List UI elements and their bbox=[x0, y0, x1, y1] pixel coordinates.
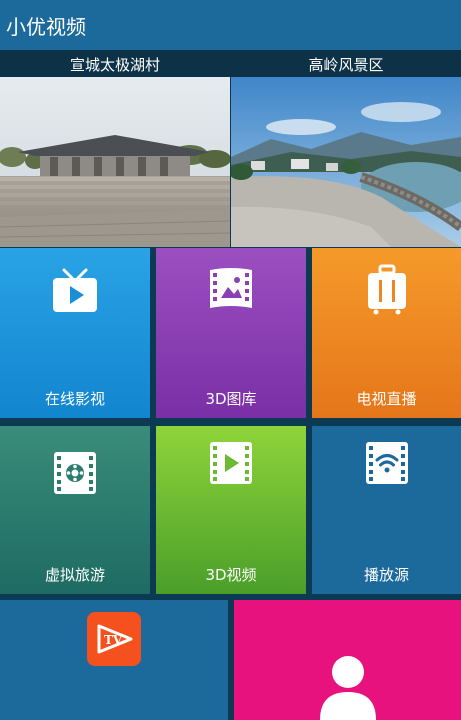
panorama-thumbnail-right[interactable] bbox=[231, 77, 461, 247]
app-title: 小优视频 bbox=[6, 15, 86, 39]
tile-play-source[interactable]: 播放源 bbox=[312, 426, 461, 594]
panorama-thumbnail-left[interactable] bbox=[0, 77, 230, 247]
suitcase-tv-icon bbox=[368, 264, 406, 315]
place-label-left[interactable]: 宣城太极湖村 bbox=[0, 54, 230, 75]
panorama-building-image bbox=[0, 77, 230, 247]
panorama-scenic-image bbox=[231, 77, 461, 247]
svg-text:TV: TV bbox=[104, 633, 123, 647]
film-wifi-icon bbox=[366, 442, 408, 484]
place-bar: 宣城太极湖村 高岭风景区 bbox=[0, 50, 461, 77]
tile-label-virtual-travel: 虚拟旅游 bbox=[44, 566, 105, 584]
film-gallery-icon bbox=[210, 268, 252, 308]
tile-tv-live[interactable]: 电视直播 bbox=[312, 248, 461, 418]
tv-play-icon bbox=[53, 268, 97, 312]
tile-label-online-video: 在线影视 bbox=[44, 390, 105, 408]
tile-3d-video[interactable]: 3D视频 bbox=[156, 426, 306, 594]
tile-online-video[interactable]: 在线影视 bbox=[0, 248, 150, 418]
user-icon bbox=[320, 656, 376, 720]
app-bar: 小优视频 bbox=[0, 0, 461, 50]
tile-label-tv-live: 电视直播 bbox=[356, 390, 417, 408]
film-play-icon bbox=[210, 442, 252, 484]
tile-3d-gallery[interactable]: 3D图库 bbox=[156, 248, 306, 418]
tile-virtual-travel[interactable]: 虚拟旅游 bbox=[0, 426, 150, 594]
tile-label-play-source: 播放源 bbox=[363, 566, 409, 584]
tile-tv-app[interactable]: TV bbox=[0, 600, 228, 720]
tv-logo-icon: TV bbox=[87, 612, 141, 666]
tile-label-3d-gallery: 3D图库 bbox=[205, 390, 257, 408]
tile-user[interactable] bbox=[234, 600, 461, 720]
place-label-right[interactable]: 高岭风景区 bbox=[231, 54, 461, 75]
film-globe-icon bbox=[54, 452, 96, 494]
tile-label-3d-video: 3D视频 bbox=[205, 566, 257, 584]
